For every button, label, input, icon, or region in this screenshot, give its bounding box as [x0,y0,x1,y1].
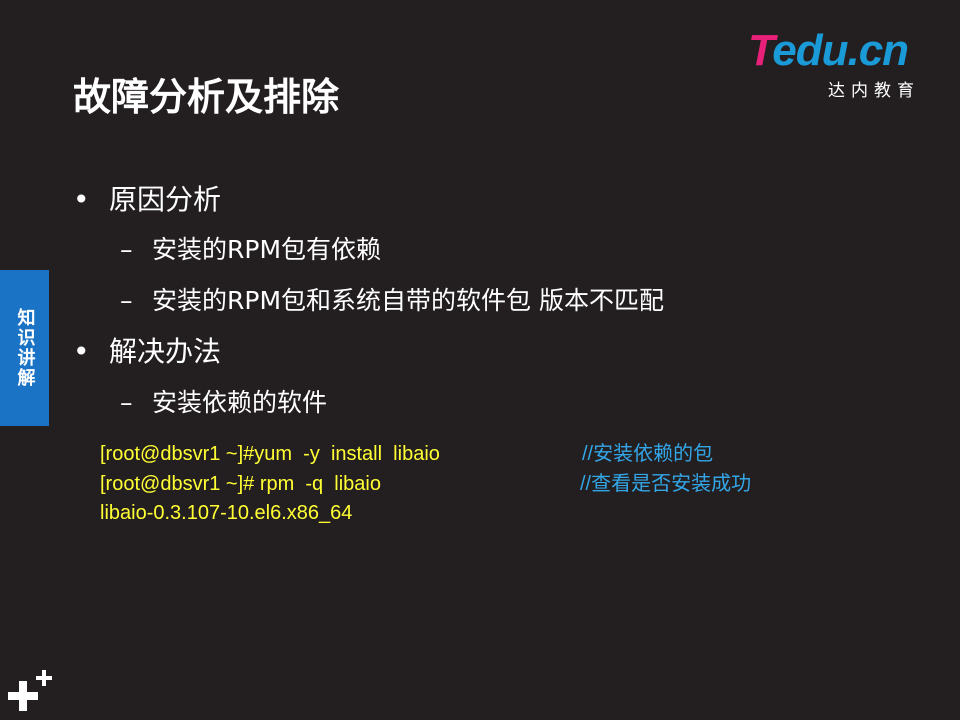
bullet-marker: • [73,183,90,216]
sub-bullet-item: – 安装依赖的软件 [120,385,327,421]
bullet-text: 原因分析 [109,183,222,216]
bullet-marker: – [120,286,133,315]
bullet-marker: – [120,388,133,417]
logo-subtitle: 达内教育 [828,81,920,101]
code-comment: //安装依赖的包 [582,443,714,465]
sub-bullet-item: – 安装的RPM包有依赖 [120,232,381,268]
sub-bullet-item: – 安装的RPM包和系统自带的软件包 版本不匹配 [120,283,664,319]
code-comment: //查看是否安装成功 [580,473,752,495]
slide-title: 故障分析及排除 [73,75,340,119]
plus-icon [8,670,52,711]
side-tab: 知识讲解 [0,270,49,426]
code-output: libaio-0.3.107-10.el6.x86_64 [100,502,353,524]
bullet-text: 安装依赖的软件 [152,388,328,417]
bullet-text: 解决办法 [109,335,222,368]
side-tab-label: 知识讲解 [14,308,36,388]
code-line: [root@dbsvr1 ~]#yum -y install libaio [100,443,440,465]
bullet-item: • 解决办法 [73,332,221,372]
tedu-logo: Tedu.cn 达内教育 [748,26,938,101]
logo-wordmark: Tedu.cn [748,26,909,75]
code-line: [root@dbsvr1 ~]# rpm -q libaio [100,473,381,495]
bullet-marker: – [120,235,133,264]
bullet-text: 安装的RPM包和系统自带的软件包 版本不匹配 [152,286,664,315]
bullet-text: 安装的RPM包有依赖 [152,235,382,264]
bullet-marker: • [73,335,90,368]
bullet-item: • 原因分析 [73,180,221,220]
